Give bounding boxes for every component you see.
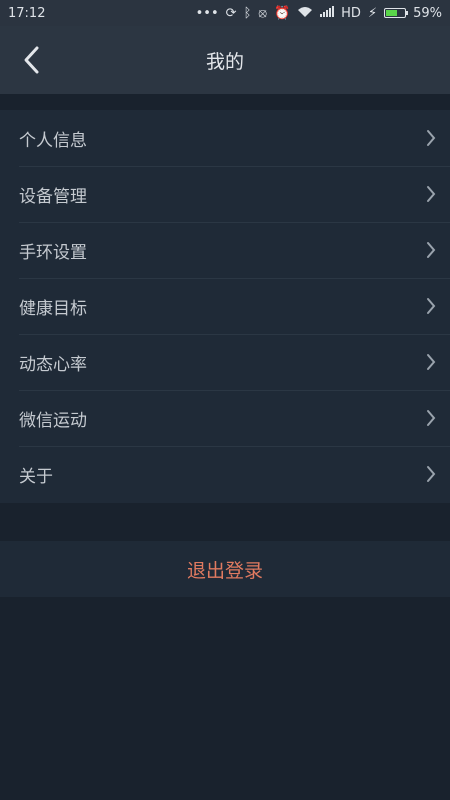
network-type: HD <box>341 5 361 21</box>
status-bar: 17:12 ••• ⟳ ᛒ ⦻ ⏰ HD ⚡ 59% <box>0 0 450 26</box>
bluetooth-icon: ᛒ <box>243 5 252 21</box>
chevron-right-icon <box>427 466 436 482</box>
chevron-right-icon <box>427 410 436 426</box>
status-time: 17:12 <box>8 5 46 21</box>
logout-label: 退出登录 <box>186 559 263 582</box>
menu-item-label: 微信运动 <box>19 410 87 431</box>
menu-item-about[interactable]: 关于 <box>0 446 450 502</box>
chevron-right-icon <box>427 298 436 314</box>
menu-item-label: 健康目标 <box>19 298 87 319</box>
vibrate-off-icon: ⦻ <box>258 5 267 21</box>
chevron-right-icon <box>427 242 436 258</box>
charging-icon: ⚡ <box>367 5 378 21</box>
back-arrow-icon <box>24 46 39 74</box>
menu-item-wechat-sports[interactable]: 微信运动 <box>0 390 450 446</box>
signal-icon <box>320 6 335 20</box>
more-dots-icon: ••• <box>195 5 219 21</box>
sync-icon: ⟳ <box>225 5 237 21</box>
battery-percent: 59% <box>413 5 442 21</box>
menu-item-dynamic-heart-rate[interactable]: 动态心率 <box>0 334 450 390</box>
menu-item-label: 关于 <box>19 466 53 487</box>
battery-icon <box>384 8 409 18</box>
title-bar: 我的 <box>0 26 450 94</box>
menu-item-label: 个人信息 <box>19 130 87 151</box>
battery-fill <box>386 10 398 16</box>
page-title: 我的 <box>205 50 244 73</box>
menu-item-band-settings[interactable]: 手环设置 <box>0 222 450 278</box>
status-icons: ••• ⟳ ᛒ ⦻ ⏰ HD ⚡ 59% <box>196 6 442 21</box>
logout-button[interactable]: 退出登录 <box>0 541 450 597</box>
wifi-icon <box>297 6 313 21</box>
menu-list: 个人信息 设备管理 手环设置 健康目标 动态心率 微信运动 关于 <box>0 110 450 503</box>
menu-item-label: 设备管理 <box>19 186 87 207</box>
chevron-right-icon <box>427 130 436 146</box>
menu-item-label: 动态心率 <box>19 354 87 375</box>
menu-item-device-management[interactable]: 设备管理 <box>0 166 450 222</box>
back-button[interactable] <box>14 43 48 77</box>
chevron-right-icon <box>427 186 436 202</box>
menu-item-label: 手环设置 <box>19 242 87 263</box>
menu-item-health-goals[interactable]: 健康目标 <box>0 278 450 334</box>
chevron-right-icon <box>427 354 436 370</box>
spacer <box>0 94 450 110</box>
menu-item-profile[interactable]: 个人信息 <box>0 110 450 166</box>
alarm-icon: ⏰ <box>273 5 291 21</box>
